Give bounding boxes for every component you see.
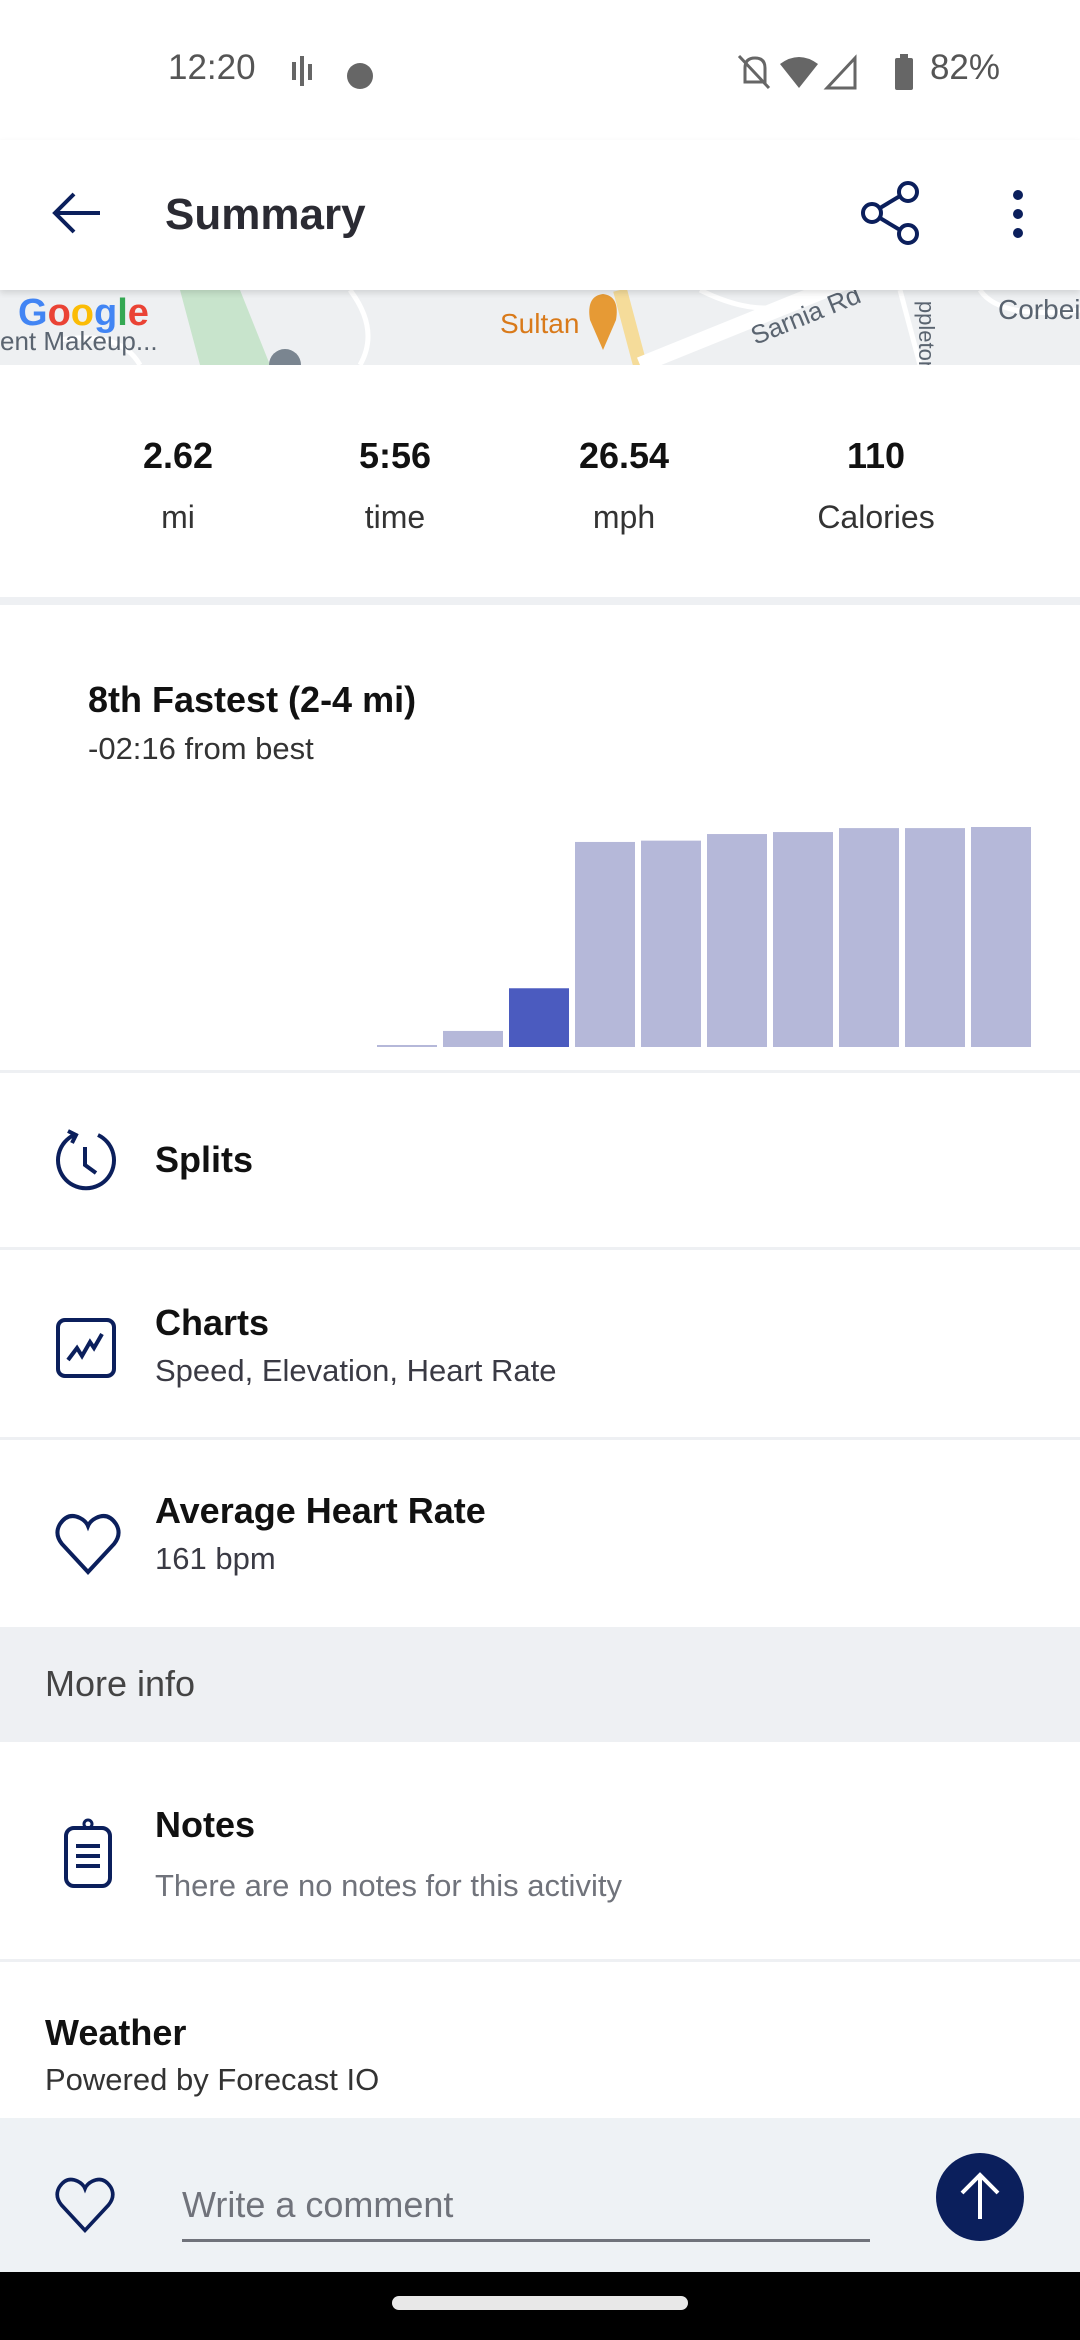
notification-icons xyxy=(292,56,373,89)
notes-row[interactable]: Notes There are no notes for this activi… xyxy=(0,1742,1080,1962)
restaurant-pin-icon xyxy=(589,294,617,350)
bar xyxy=(377,1045,437,1047)
ranking-title: 8th Fastest (2-4 mi) xyxy=(88,679,417,720)
share-icon[interactable] xyxy=(858,180,924,246)
status-bar: 12:20 82% xyxy=(0,0,1080,140)
notes-subtitle: There are no notes for this activity xyxy=(155,1868,622,1903)
stats-summary: 2.62 mi 5:56 time 26.54 mph 110 Calories xyxy=(0,365,1080,605)
stat-time: 5:56 time xyxy=(275,435,515,536)
arrow-left-icon[interactable] xyxy=(50,190,104,236)
stat-value: 2.62 xyxy=(142,435,214,476)
comment-input[interactable] xyxy=(182,2170,870,2242)
notes-title: Notes xyxy=(155,1804,256,1845)
timer-icon xyxy=(56,1129,116,1191)
system-nav-bar xyxy=(0,2272,1080,2340)
stat-calories: 110 Calories xyxy=(756,435,996,536)
page-title: Summary xyxy=(165,190,366,239)
send-button[interactable] xyxy=(936,2153,1024,2241)
stat-label: mph xyxy=(592,499,656,535)
splits-title: Splits xyxy=(155,1139,254,1180)
bar-current xyxy=(509,988,569,1047)
stat-distance: 2.62 mi xyxy=(58,435,298,536)
stat-label: mi xyxy=(161,499,195,535)
status-time: 12:20 xyxy=(168,48,256,87)
more-info-label: More info xyxy=(45,1663,196,1704)
weather-section: Weather Powered by Forecast IO xyxy=(0,1962,1080,2118)
home-gesture-handle[interactable] xyxy=(392,2296,688,2310)
charts-title: Charts xyxy=(155,1302,270,1343)
map-label: Corbei xyxy=(998,294,1080,325)
bar xyxy=(641,840,701,1047)
ranking-subtitle: -02:16 from best xyxy=(88,731,314,766)
bar xyxy=(707,834,767,1047)
bar xyxy=(905,828,965,1047)
charts-row[interactable]: Charts Speed, Elevation, Heart Rate xyxy=(0,1250,1080,1440)
heart-rate-title: Average Heart Rate xyxy=(155,1490,486,1531)
bar xyxy=(575,841,635,1047)
map-label: ppleton xyxy=(914,300,940,365)
ranking-card[interactable]: 8th Fastest (2-4 mi) -02:16 from best xyxy=(0,613,1080,1073)
battery-percent: 82% xyxy=(929,48,1000,87)
arrow-up-icon xyxy=(960,2172,1000,2219)
more-vert-icon[interactable] xyxy=(1008,188,1028,240)
stat-value: 26.54 xyxy=(578,435,670,476)
stat-label: Calories xyxy=(817,499,935,535)
heart-rate-value: 161 bpm xyxy=(155,1541,276,1576)
bar xyxy=(443,1030,503,1047)
weather-title: Weather xyxy=(45,2012,187,2053)
heart-rate-row[interactable]: Average Heart Rate 161 bpm xyxy=(0,1440,1080,1627)
map-label: Sultan xyxy=(500,308,580,339)
comment-bar xyxy=(0,2118,1080,2272)
app-bar: Summary xyxy=(0,140,1080,290)
heart-icon xyxy=(55,1514,121,1575)
stat-value: 110 xyxy=(846,435,906,476)
line-chart-icon xyxy=(56,1318,116,1378)
like-heart-icon[interactable] xyxy=(52,2174,118,2234)
more-info-header: More info xyxy=(0,1627,1080,1742)
map-preview[interactable]: ent Makeup... Google Sultan Sarnia Rd pp… xyxy=(0,290,1080,365)
stat-value: 5:56 xyxy=(358,435,432,476)
bar xyxy=(839,828,899,1047)
stat-speed: 26.54 mph xyxy=(504,435,744,536)
charts-subtitle: Speed, Elevation, Heart Rate xyxy=(155,1353,557,1388)
google-logo: Google xyxy=(18,292,149,334)
bar xyxy=(971,827,1031,1047)
system-status-icons xyxy=(737,54,913,90)
clipboard-icon xyxy=(64,1818,112,1888)
bar xyxy=(773,832,833,1047)
stat-label: time xyxy=(364,499,426,535)
ranking-bar-chart xyxy=(377,827,1031,1047)
splits-row[interactable]: Splits xyxy=(0,1073,1080,1250)
weather-subtitle: Powered by Forecast IO xyxy=(45,2062,380,2097)
